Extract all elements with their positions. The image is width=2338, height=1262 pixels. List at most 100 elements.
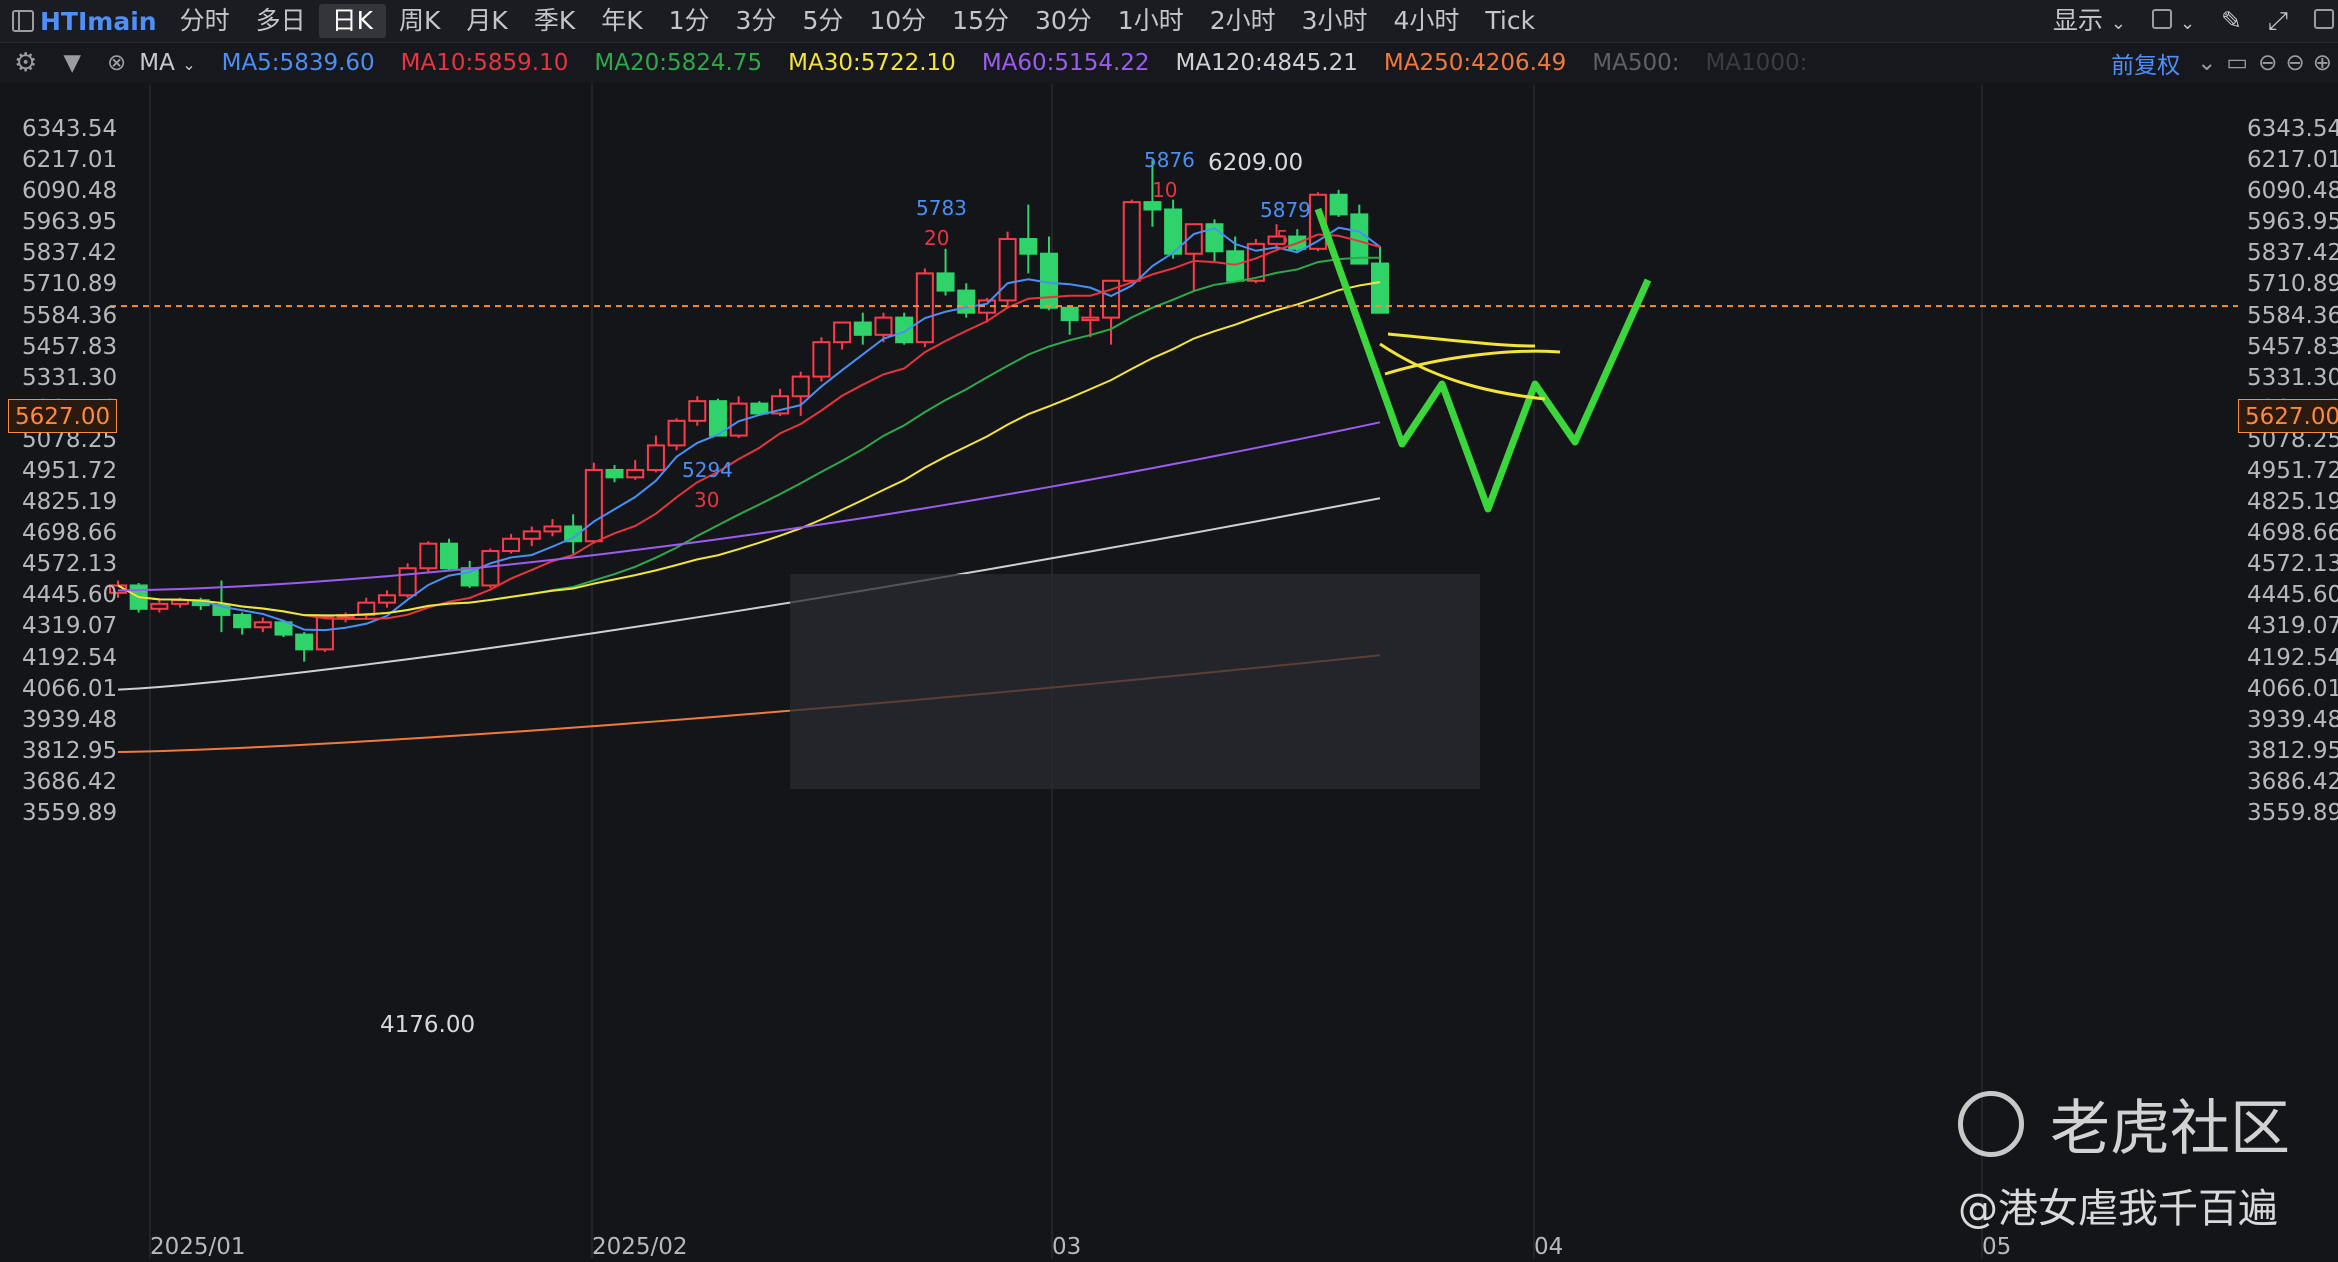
- ma-value-6[interactable]: MA250:4206.49: [1371, 50, 1579, 76]
- y-tick-right-19: 3939.48: [2247, 706, 2338, 733]
- indicator-label: MA: [139, 50, 175, 76]
- annotation-1: 4176.00: [380, 1012, 476, 1038]
- watermark-user: @港女虐我千百遍: [1958, 1186, 2278, 1232]
- candle-body-44: [1019, 237, 1038, 255]
- candle-body-25: [626, 468, 645, 479]
- candle-body-36: [853, 321, 872, 336]
- fullscreen-button[interactable]: ⤢: [2255, 0, 2301, 42]
- zoom-in-icon[interactable]: ⊕: [2309, 50, 2338, 76]
- ma-value-4[interactable]: MA60:5154.22: [969, 50, 1163, 76]
- candle-body-50: [1143, 201, 1162, 211]
- y-tick-right-15: 4445.60: [2247, 582, 2338, 609]
- period-toolbar: HTImain 分时 多日 日K 周K 月K 季K 年K 1分 3分 5分 10分 15分 30分 1小时…: [0, 0, 2338, 43]
- sidebar-toggle-icon[interactable]: [12, 10, 34, 32]
- candle-body-21: [543, 525, 562, 533]
- y-tick-left-13: 4698.66: [22, 520, 118, 547]
- period-tab-14[interactable]: 2小时: [1197, 0, 1289, 42]
- annotation-3: 10: [1152, 178, 1178, 202]
- chevron-down-icon: ⌄: [2110, 13, 2126, 34]
- candle-body-47: [1081, 316, 1100, 322]
- period-tab-10[interactable]: 10分: [856, 0, 939, 42]
- y-tick-right-8: 5331.30: [2247, 364, 2338, 391]
- adjust-label: 前复权: [2111, 53, 2181, 79]
- period-tabs: 分时 多日 日K 周K 月K 季K 年K 1分 3分 5分 10分 15分 30分 1小时 2小时 3小时 4小…: [167, 0, 1549, 42]
- zoom-out-alt-icon[interactable]: ⊖: [2281, 50, 2308, 76]
- settings-gear-icon[interactable]: ⚙: [0, 48, 50, 78]
- period-tab-17[interactable]: Tick: [1472, 0, 1548, 42]
- period-tab-9[interactable]: 5分: [789, 0, 856, 42]
- y-tick-left-19: 3939.48: [22, 706, 118, 733]
- y-tick-left-6: 5584.36: [22, 302, 118, 329]
- period-tab-15[interactable]: 3小时: [1289, 0, 1381, 42]
- adjust-select[interactable]: 前复权: [2098, 46, 2193, 80]
- period-tab-4[interactable]: 月K: [453, 0, 520, 42]
- candle-body-28: [688, 400, 707, 422]
- period-tab-6[interactable]: 年K: [588, 0, 655, 42]
- ma-value-7[interactable]: MA500:: [1579, 50, 1692, 76]
- y-tick-left-15: 4445.60: [22, 582, 118, 609]
- y-tick-left-2: 6090.48: [22, 178, 118, 205]
- annotation-2: 5876: [1144, 148, 1195, 172]
- close-indicator-icon[interactable]: ⊗: [94, 50, 139, 76]
- zoom-out-icon[interactable]: ⊖: [2254, 50, 2281, 76]
- x-tick-4: 05: [1982, 1234, 2012, 1260]
- period-tab-0[interactable]: 分时: [167, 0, 243, 42]
- y-tick-left-12: 4825.19: [22, 489, 118, 516]
- y-tick-left-16: 4319.07: [22, 613, 118, 640]
- candle-body-45: [1039, 252, 1058, 309]
- y-tick-right-20: 3812.95: [2247, 737, 2338, 764]
- indicator-select[interactable]: MA ⌄: [139, 50, 208, 76]
- y-tick-right-0: 6343.54: [2247, 116, 2338, 142]
- ma-value-5[interactable]: MA120:4845.21: [1163, 50, 1371, 76]
- x-tick-0: 2025/01: [150, 1234, 246, 1260]
- period-tab-7[interactable]: 1分: [656, 0, 723, 42]
- y-tick-left-20: 3812.95: [22, 737, 118, 764]
- ma-value-2[interactable]: MA20:5824.75: [581, 50, 775, 76]
- candle-body-19: [502, 537, 521, 553]
- period-tab-2[interactable]: 日K: [318, 4, 387, 38]
- period-tab-13[interactable]: 1小时: [1105, 0, 1197, 42]
- y-tick-right-13: 4698.66: [2247, 520, 2338, 547]
- display-menu-button[interactable]: 显示 ⌄: [2040, 0, 2139, 42]
- chevron-down-icon[interactable]: ⌄: [2193, 50, 2220, 76]
- annotation-6: 5879: [1260, 198, 1311, 222]
- period-tab-5[interactable]: 季K: [521, 0, 588, 42]
- collapse-icon[interactable]: ▼: [50, 50, 94, 76]
- chevron-down-icon: ⌄: [2179, 13, 2196, 34]
- ma-line-5: [117, 226, 1381, 632]
- period-tab-8[interactable]: 3分: [723, 0, 790, 42]
- ma-value-0[interactable]: MA5:5839.60: [209, 50, 388, 76]
- candle-body-46: [1060, 306, 1079, 322]
- tiger-logo-icon: [1958, 1090, 2024, 1157]
- y-tick-left-22: 3559.89: [22, 800, 118, 826]
- candle-body-49: [1122, 201, 1141, 282]
- period-tab-12[interactable]: 30分: [1022, 0, 1105, 42]
- draw-tool-button[interactable]: ✎: [2208, 0, 2255, 42]
- candle-body-39: [915, 272, 934, 344]
- candle-body-24: [605, 468, 624, 479]
- candle-body-23: [584, 468, 603, 543]
- candle-body-15: [419, 542, 438, 570]
- candle-body-33: [791, 375, 810, 398]
- symbol-label[interactable]: HTImain: [34, 7, 167, 36]
- candle-body-37: [874, 316, 893, 336]
- layout-button[interactable]: ⌄: [2139, 0, 2208, 42]
- ma-value-8[interactable]: MA1000:: [1692, 50, 1820, 76]
- y-tick-left-1: 6217.01: [22, 147, 118, 174]
- period-tab-3[interactable]: 周K: [386, 0, 453, 42]
- side-panel-button[interactable]: [2301, 0, 2338, 42]
- chart-type-icon[interactable]: ▭: [2220, 50, 2254, 76]
- annotation-9: 30: [694, 488, 720, 512]
- ma-value-1[interactable]: MA10:5859.10: [388, 50, 582, 76]
- annotation-0: 6209.00: [1208, 150, 1304, 176]
- y-tick-right-14: 4572.13: [2247, 551, 2338, 578]
- candle-body-48: [1102, 279, 1121, 319]
- y-tick-right-16: 4319.07: [2247, 613, 2338, 640]
- candle-body-20: [522, 530, 541, 540]
- period-tab-16[interactable]: 4小时: [1381, 0, 1473, 42]
- ma-value-3[interactable]: MA30:5722.10: [775, 50, 969, 76]
- period-tab-11[interactable]: 15分: [939, 0, 1022, 42]
- period-tab-1[interactable]: 多日: [243, 0, 319, 42]
- y-tick-left-21: 3686.42: [22, 768, 118, 795]
- pen-icon: ✎: [2221, 6, 2242, 35]
